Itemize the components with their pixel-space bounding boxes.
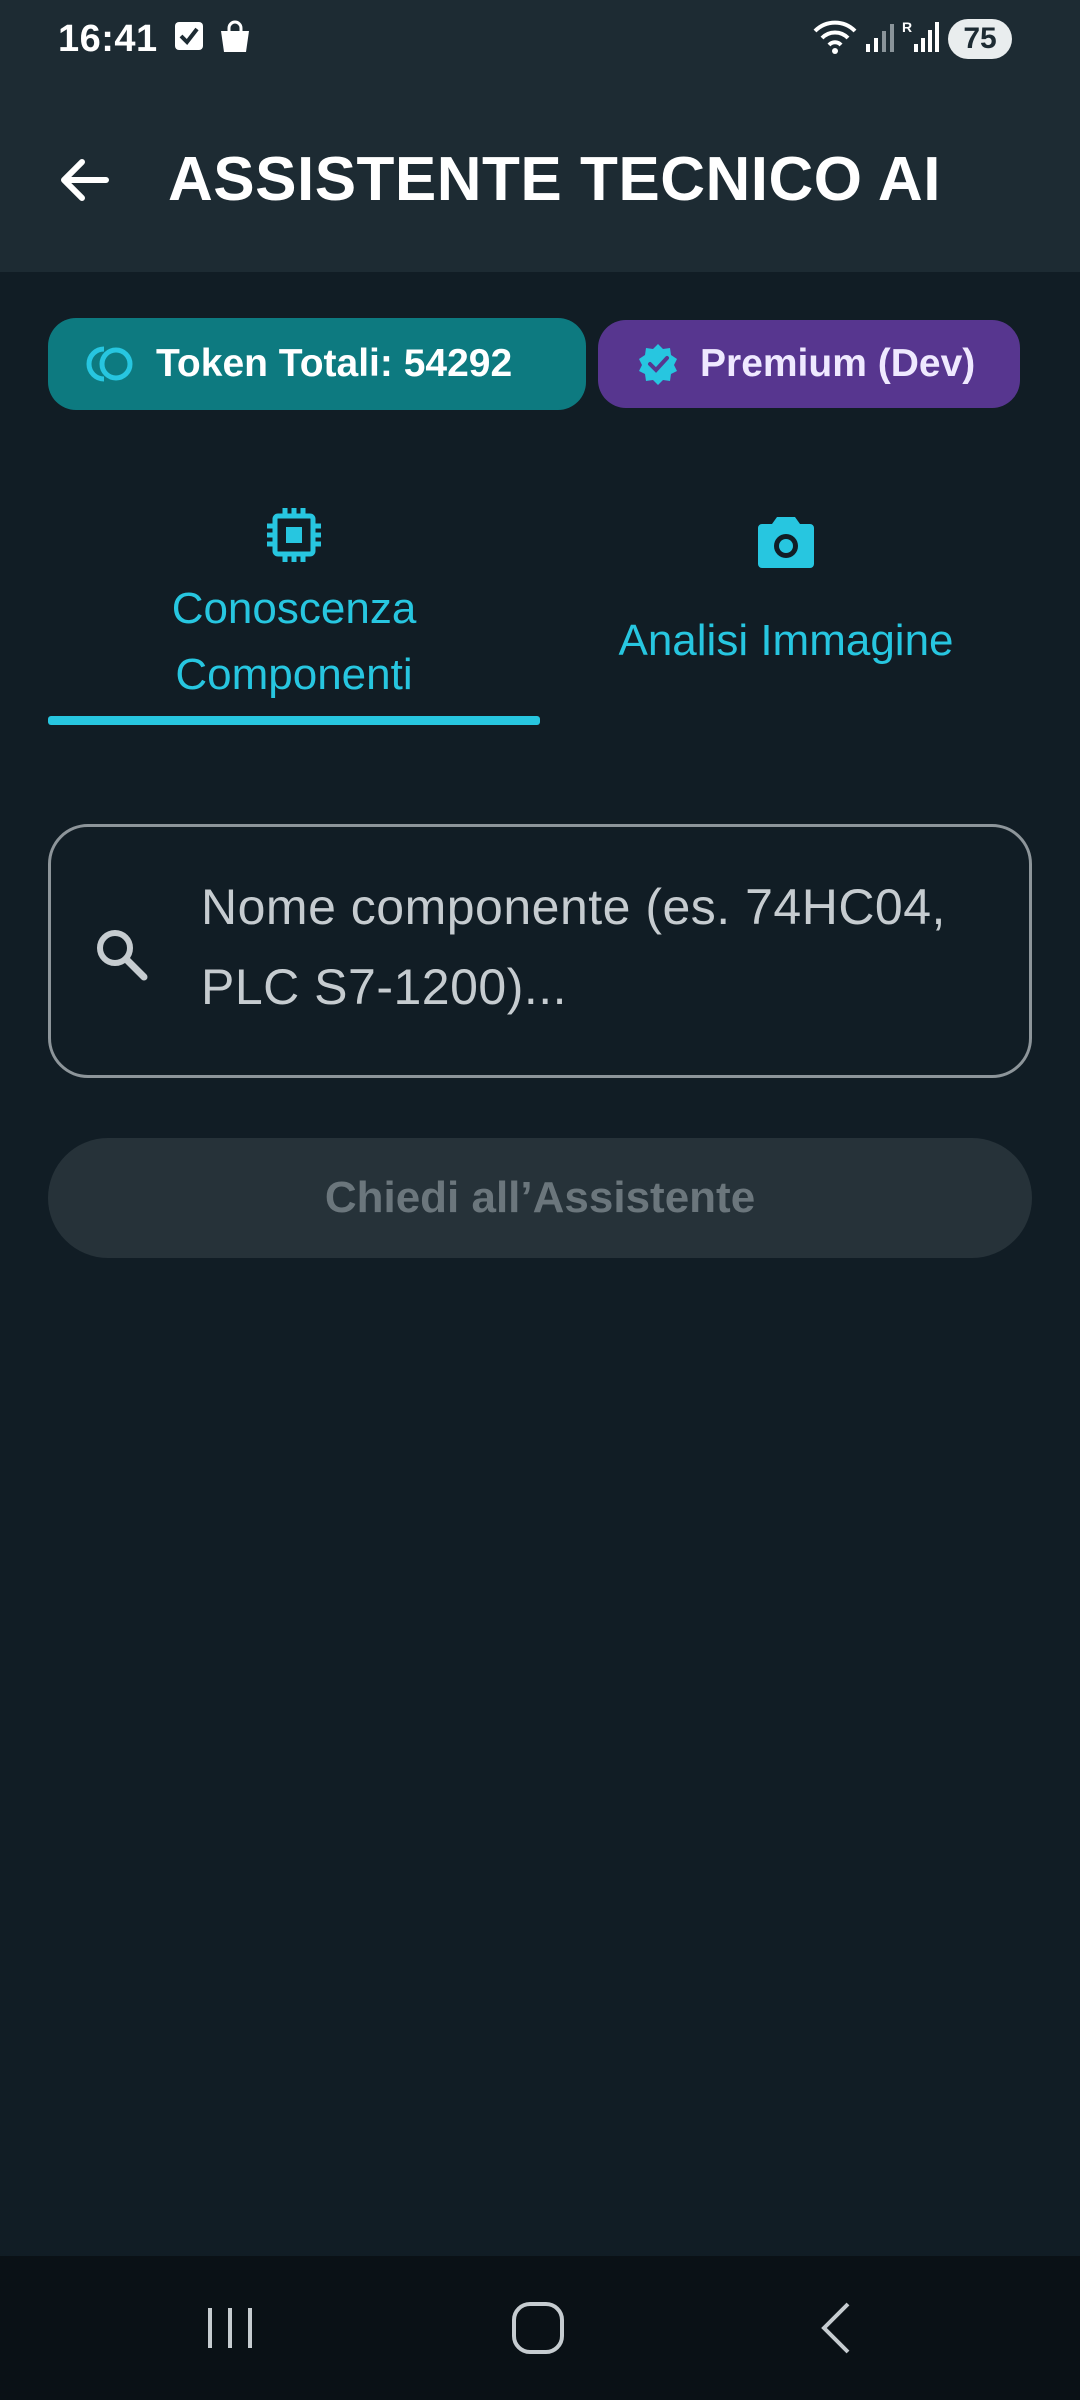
tab-component-knowledge-label-line2: Componenti [175, 650, 413, 699]
back-icon[interactable] [806, 2292, 866, 2369]
chip-icon [267, 508, 321, 562]
premium-status-label: Premium (Dev) [700, 342, 976, 385]
home-icon[interactable] [504, 2292, 576, 2369]
wifi-icon [812, 18, 858, 61]
system-navigation-bar [0, 2256, 1080, 2400]
verified-badge-icon [639, 344, 677, 385]
search-icon [91, 924, 151, 989]
camera-icon [758, 517, 814, 568]
signal-icon [864, 22, 896, 59]
status-bar: 16:41 R 75 [0, 0, 1080, 80]
svg-text:R: R [902, 19, 912, 35]
recent-apps-icon[interactable] [200, 2292, 260, 2369]
component-search-input[interactable] [201, 867, 981, 1037]
arrow-left-icon [61, 159, 109, 201]
back-button[interactable] [40, 136, 128, 224]
status-time: 16:41 [58, 18, 158, 60]
selected-tab-indicator [48, 716, 540, 725]
tokens-icon [86, 346, 133, 382]
shopping-bag-icon [218, 20, 252, 59]
page-title: ASSISTENTE TECNICO AI [168, 145, 941, 214]
check-notification-icon [174, 20, 204, 57]
app-bar: ASSISTENTE TECNICO AI [0, 80, 1080, 272]
tab-component-knowledge[interactable]: Conoscenza Componenti [48, 490, 540, 708]
roaming-signal-icon: R [902, 18, 942, 59]
tab-image-analysis[interactable]: Analisi Immagine [540, 490, 1032, 674]
token-total-chip[interactable]: Token Totali: 54292 [48, 318, 586, 410]
battery-indicator: 75 [948, 19, 1012, 59]
tab-component-knowledge-label-line1: Conoscenza [171, 584, 417, 633]
premium-status-chip[interactable]: Premium (Dev) [598, 320, 1020, 408]
tab-image-analysis-label: Analisi Immagine [618, 616, 954, 665]
ask-assistant-button[interactable]: Chiedi all’Assistente [48, 1138, 1032, 1258]
component-search-field[interactable] [48, 824, 1032, 1078]
token-total-label: Token Totali: 54292 [156, 342, 513, 385]
